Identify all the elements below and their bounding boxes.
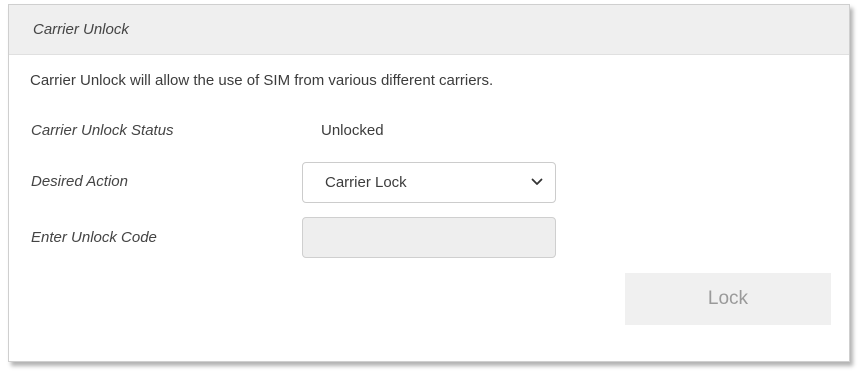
carrier-unlock-panel: Carrier Unlock Carrier Unlock will allow… <box>8 4 850 362</box>
lock-button[interactable]: Lock <box>625 273 831 325</box>
unlock-code-input[interactable] <box>302 217 556 258</box>
panel-description: Carrier Unlock will allow the use of SIM… <box>30 72 494 89</box>
panel-header: Carrier Unlock <box>9 5 849 55</box>
unlock-code-label: Enter Unlock Code <box>31 229 157 246</box>
chevron-down-icon <box>531 178 543 185</box>
desired-action-selected-value: Carrier Lock <box>325 174 407 191</box>
carrier-unlock-status-label: Carrier Unlock Status <box>31 122 174 139</box>
carrier-unlock-status-value: Unlocked <box>321 122 384 139</box>
panel-title: Carrier Unlock <box>33 21 129 38</box>
desired-action-select[interactable]: Carrier Lock <box>302 162 556 203</box>
desired-action-label: Desired Action <box>31 173 128 190</box>
